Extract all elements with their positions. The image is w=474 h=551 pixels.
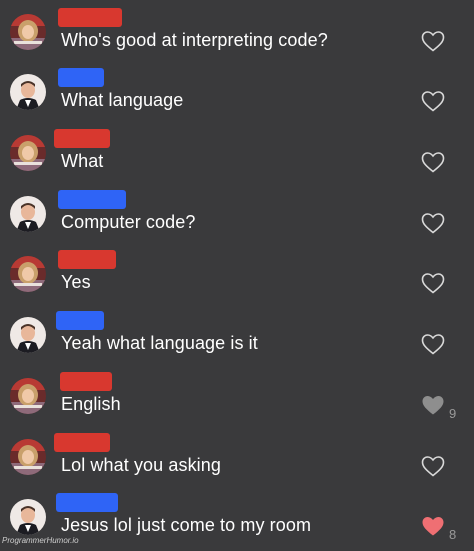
comment-text: English [61, 394, 121, 414]
boy-avatar[interactable] [10, 74, 46, 110]
comment-list: Who's good at interpreting code? What la… [0, 0, 474, 545]
username-redaction [58, 8, 122, 27]
heart-icon[interactable] [421, 455, 445, 477]
username-redaction [54, 129, 110, 148]
like-count: 9 [449, 406, 457, 421]
comment-row[interactable]: Who's good at interpreting code? [0, 6, 474, 66]
boy-avatar[interactable] [10, 499, 46, 535]
comment-text: Jesus lol just come to my room [61, 515, 312, 535]
girl-avatar[interactable] [10, 378, 46, 414]
username-redaction [58, 68, 104, 87]
comment-text: What language [61, 90, 184, 110]
boy-avatar[interactable] [10, 196, 46, 232]
girl-avatar[interactable] [10, 14, 46, 50]
watermark: ProgrammerHumor.io [2, 536, 79, 545]
heart-icon[interactable] [421, 212, 445, 234]
username-redaction [58, 190, 126, 209]
boy-avatar[interactable] [10, 317, 46, 353]
girl-avatar[interactable] [10, 135, 46, 171]
comment-text: Computer code? [61, 212, 196, 232]
comment-text: Yeah what language is it [61, 333, 258, 353]
comment-text: Yes [61, 272, 91, 292]
heart-icon[interactable] [421, 333, 445, 355]
username-redaction [56, 311, 104, 330]
heart-icon[interactable] [421, 90, 445, 112]
heart-icon[interactable] [421, 515, 445, 537]
comment-text: What [61, 151, 104, 171]
heart-icon[interactable] [421, 30, 445, 52]
comment-row[interactable]: Yes [0, 248, 474, 308]
comment-row[interactable]: Computer code? [0, 188, 474, 248]
username-redaction [56, 493, 118, 512]
username-redaction [54, 433, 110, 452]
comment-row[interactable]: English 9 [0, 370, 474, 430]
comment-text: Lol what you asking [61, 455, 221, 475]
heart-icon[interactable] [421, 394, 445, 416]
comment-row[interactable]: Lol what you asking [0, 431, 474, 491]
username-redaction [60, 372, 112, 391]
comment-row[interactable]: What language [0, 66, 474, 126]
heart-icon[interactable] [421, 151, 445, 173]
comment-text: Who's good at interpreting code? [61, 30, 328, 50]
heart-icon[interactable] [421, 272, 445, 294]
username-redaction [58, 250, 116, 269]
girl-avatar[interactable] [10, 256, 46, 292]
girl-avatar[interactable] [10, 439, 46, 475]
comment-row[interactable]: Yeah what language is it [0, 309, 474, 369]
comment-row[interactable]: What [0, 127, 474, 187]
like-count: 8 [449, 527, 457, 542]
